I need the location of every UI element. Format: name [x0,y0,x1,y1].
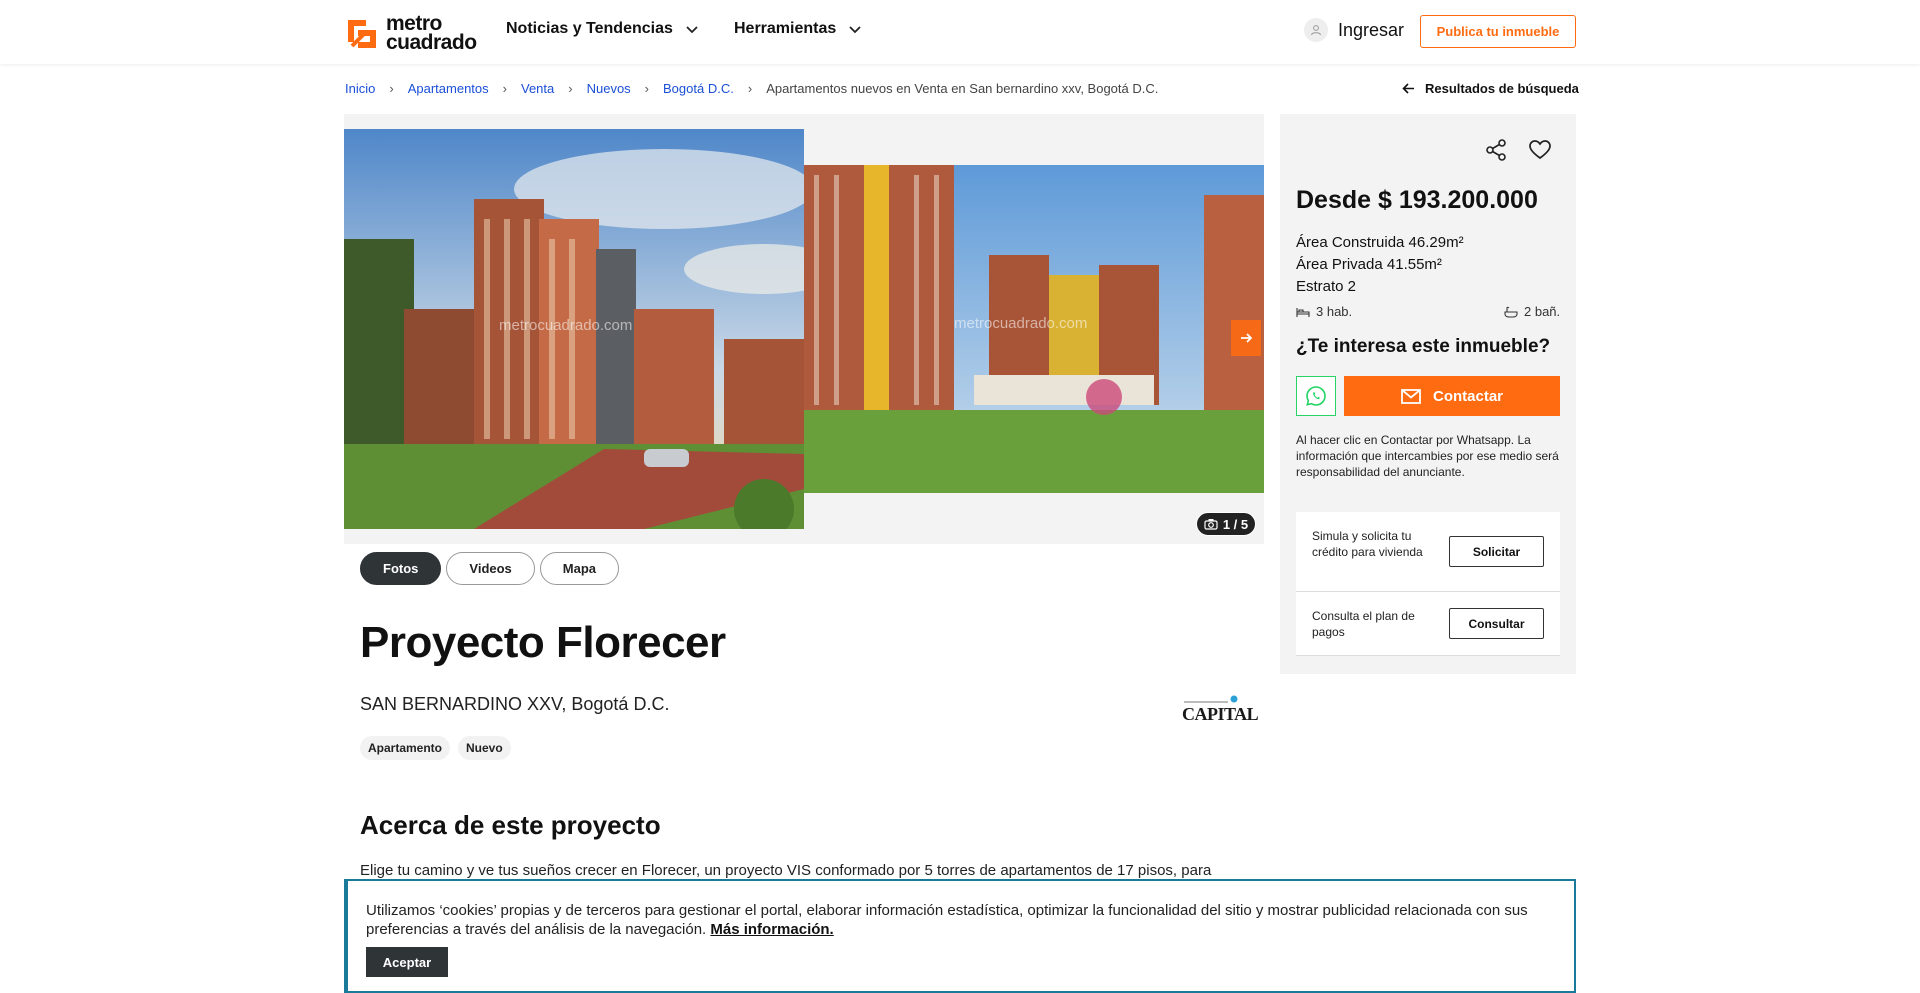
login-label: Ingresar [1338,19,1405,40]
breadcrumb-bogota[interactable]: Bogotá D.C. [663,81,734,96]
nav-noticias-label: Noticias y Tendencias [506,20,673,37]
bathrooms-label: 2 bañ. [1524,304,1561,319]
whatsapp-button[interactable] [1296,376,1336,416]
publish-property-button[interactable]: Publica tu inmueble [1420,15,1576,48]
breadcrumb-inicio[interactable]: Inicio [345,81,375,96]
back-to-results-link[interactable]: Resultados de búsqueda [1402,81,1579,96]
solicitar-button[interactable]: Solicitar [1449,536,1544,567]
tag-nuevo: Nuevo [458,736,511,760]
credit-card-text: Simula y solicita tu crédito para vivien… [1312,529,1423,559]
whatsapp-icon [1306,386,1326,406]
breadcrumb-separator: › [502,81,507,96]
builder-logo[interactable]: CAPITAL [1180,693,1259,724]
chevron-down-icon [686,26,698,34]
price: Desde $ 193.200.000 [1296,186,1538,214]
arrow-right-icon [1241,333,1253,343]
user-icon [1304,18,1328,42]
builder-logo-text: CAPITAL [1182,704,1259,724]
photo-counter: 1 / 5 [1196,512,1256,536]
gallery-photo-2[interactable]: metrocuadrado.com [804,165,1264,493]
tag-apartamento: Apartamento [360,736,451,760]
media-tabs: Fotos Videos Mapa [360,552,620,585]
breadcrumb: Inicio › Apartamentos › Venta › Nuevos ›… [345,81,1158,96]
metrocuadrado-logo[interactable]: metro cuadrado [344,13,484,54]
bedrooms: 3 hab. [1296,304,1352,319]
tab-fotos[interactable]: Fotos [360,552,442,585]
breadcrumb-venta[interactable]: Venta [521,81,554,96]
property-tags: Apartamento Nuevo [360,736,511,760]
area-private: Área Privada 41.55m² [1296,256,1442,273]
camera-icon [1204,519,1218,530]
chevron-down-icon [849,26,861,34]
share-icon[interactable] [1484,138,1508,162]
site-header: metro cuadrado Noticias y Tendencias Her… [0,0,1920,64]
payment-plan-text: Consulta el plan de pagos [1312,609,1415,639]
breadcrumb-apartamentos[interactable]: Apartamentos [408,81,489,96]
bathrooms: 2 bañ. [1504,304,1560,319]
heart-icon[interactable] [1528,138,1552,162]
breadcrumb-current: Apartamentos nuevos en Venta en San bern… [766,81,1159,96]
contact-button[interactable]: Contactar [1344,376,1560,416]
about-text: Elige tu camino y ve tus sueños crecer e… [360,862,1212,879]
area-built: Área Construida 46.29m² [1296,234,1464,251]
nav-herramientas[interactable]: Herramientas [734,20,862,38]
mail-icon [1401,388,1421,404]
bathtub-icon [1504,306,1518,318]
bedrooms-label: 3 hab. [1316,304,1353,319]
gallery-watermark: metrocuadrado.com [954,315,1088,332]
tab-mapa[interactable]: Mapa [539,552,620,585]
arrow-left-icon [1402,83,1414,94]
nav-herramientas-label: Herramientas [734,20,837,37]
cookie-message: Utilizamos ‘cookies’ propias y de tercer… [366,902,1528,938]
about-title: Acerca de este proyecto [360,810,661,840]
consultar-button[interactable]: Consultar [1449,608,1544,639]
gallery-photo-1[interactable]: metrocuadrado.com [344,129,804,529]
breadcrumb-separator: › [568,81,573,96]
gallery-watermark: metrocuadrado.com [499,317,633,334]
credit-card: Simula y solicita tu crédito para vivien… [1296,512,1560,592]
tab-videos[interactable]: Videos [446,552,535,585]
breadcrumb-separator: › [747,81,753,96]
cookie-more-info-link[interactable]: Más información. [710,921,833,938]
price-sidebar: Desde $ 193.200.000 Área Construida 46.2… [1280,114,1576,674]
breadcrumb-separator: › [644,81,650,96]
property-location: SAN BERNARDINO XXV, Bogotá D.C. [360,694,670,714]
cookie-text: Utilizamos ‘cookies’ propias y de tercer… [366,901,1556,939]
bed-icon [1296,307,1310,317]
property-title: Proyecto Florecer [360,618,726,667]
login-button[interactable]: Ingresar [1304,18,1404,42]
nav-noticias[interactable]: Noticias y Tendencias [506,20,699,38]
interest-title: ¿Te interesa este inmueble? [1296,336,1551,357]
gallery-next-button[interactable] [1231,320,1261,356]
photo-counter-text: 1 / 5 [1222,516,1249,532]
cookie-accept-button[interactable]: Aceptar [366,947,448,977]
whatsapp-disclaimer: Al hacer clic en Contactar por Whatsapp.… [1296,433,1559,479]
estrato: Estrato 2 [1296,278,1357,295]
back-to-results-label: Resultados de búsqueda [1425,81,1579,96]
contact-button-label: Contactar [1432,387,1503,405]
cookie-banner: Utilizamos ‘cookies’ propias y de tercer… [344,879,1576,993]
payment-plan-card: Consulta el plan de pagos Consultar [1296,592,1560,656]
breadcrumb-separator: › [389,81,394,96]
logo-icon [348,20,376,48]
logo-text-line2: cuadrado [386,31,477,54]
breadcrumb-nuevos[interactable]: Nuevos [587,81,631,96]
photo-gallery[interactable]: metrocuadrado.com metrocuadrado.com 1 / … [344,114,1264,544]
